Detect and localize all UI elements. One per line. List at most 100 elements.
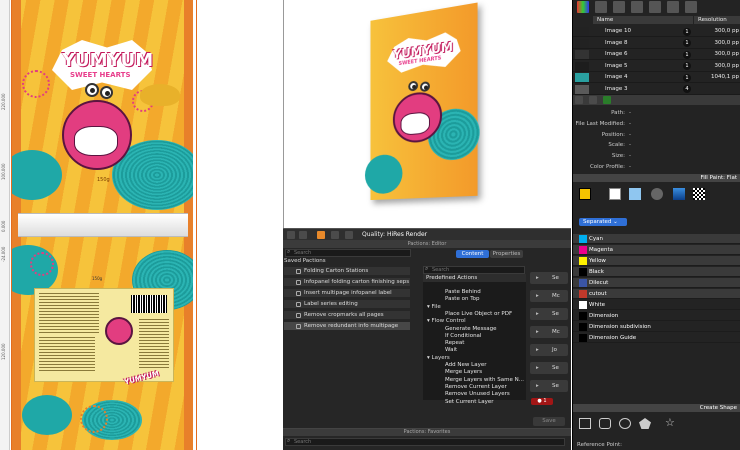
layer-row[interactable]: Image 3 4 (573, 84, 740, 95)
monster-eye (85, 83, 99, 97)
swirl-decoration (22, 70, 50, 98)
saved-search-input[interactable]: Search (285, 249, 411, 257)
info-panel[interactable] (34, 288, 174, 382)
render-icon[interactable] (317, 231, 325, 239)
layers-icon[interactable] (613, 1, 625, 13)
swatch-row[interactable]: Dimension subdivision (573, 322, 740, 332)
polygon-icon[interactable] (639, 418, 651, 429)
create-shape-header[interactable]: Create Shape (573, 404, 740, 412)
swatch-row[interactable]: Yellow (573, 256, 740, 266)
swatch-name: Yellow (589, 258, 606, 264)
color-icon[interactable] (577, 1, 589, 13)
layer-row[interactable]: Image 6 1 300,0 pp (573, 49, 740, 60)
action-step-button[interactable]: Se (530, 362, 568, 374)
saved-paction-item[interactable]: Infopanel folding carton finishing seps (284, 278, 410, 286)
ruler-label: 0.000 (1, 220, 6, 232)
text-icon[interactable] (595, 1, 607, 13)
action-step-button[interactable]: Se (530, 380, 568, 392)
saved-paction-item[interactable]: Remove cropmarks all pages (284, 311, 410, 319)
swatch-row[interactable]: White (573, 300, 740, 310)
packaging-artwork[interactable]: YUMYUM SWEET HEARTS 150g 150g YUMYUM (12, 0, 193, 450)
bag-mockup[interactable]: YUMYUM SWEET HEARTS (364, 2, 480, 201)
swatch-row[interactable]: Black (573, 267, 740, 277)
saved-paction-item[interactable]: Remove redundant info multipage (284, 322, 410, 330)
search-icon[interactable] (589, 96, 597, 104)
rectangle-shape-icon[interactable] (579, 418, 591, 429)
stamp-icon[interactable] (649, 1, 661, 13)
fill-swatch-icon[interactable] (579, 188, 591, 200)
star-icon[interactable]: ☆ (665, 416, 675, 429)
swatch-row[interactable]: Dilecut (573, 278, 740, 288)
design-canvas[interactable]: 220.000 100.000 0.000 -24.000 120.000 YU… (0, 0, 282, 450)
action-step-button[interactable]: Se (530, 308, 568, 320)
saved-paction-item[interactable]: Insert multipage infopanel label (284, 289, 410, 297)
layer-badge: 1 (683, 27, 691, 36)
lighting-icon[interactable] (331, 231, 339, 239)
checker-icon[interactable] (693, 188, 705, 200)
layer-thumbnail (575, 73, 589, 82)
grid-icon[interactable] (667, 1, 679, 13)
action-step-button[interactable]: Mc (530, 326, 568, 338)
rounded-rect-icon[interactable] (599, 418, 611, 429)
record-button[interactable]: ● 1 (531, 398, 553, 405)
layer-name: Image 6 (605, 51, 628, 57)
layer-badge: 1 (683, 50, 691, 59)
predefined-action[interactable]: Set Current Layer (423, 398, 526, 406)
saved-paction-item[interactable]: Folding Carton Stations (284, 267, 410, 275)
layer-row[interactable]: Image 8 1 300,0 pp (573, 38, 740, 49)
zoom-icon[interactable] (575, 96, 583, 104)
no-fill-icon[interactable] (609, 188, 621, 200)
fill-paint-header[interactable]: Fill Paint: Flat (573, 174, 740, 182)
predefined-action-label: Paste on Top (445, 296, 480, 303)
ruler-label: 100.000 (1, 163, 6, 180)
tab-properties[interactable]: Properties (490, 250, 523, 258)
action-step-button[interactable]: Se (530, 272, 568, 284)
image-icon[interactable] (631, 1, 643, 13)
saved-paction-label: Infopanel folding carton finishing seps (304, 279, 410, 285)
favorites-search-input[interactable]: Search (285, 438, 565, 446)
swatch-row[interactable]: Dimension (573, 311, 740, 321)
info-value: - (629, 110, 631, 116)
pattern-icon[interactable] (651, 188, 663, 200)
swatch-row[interactable]: Magenta (573, 245, 740, 255)
color-mode-select[interactable]: Separated ⌄ (579, 218, 627, 226)
column-name[interactable]: Name (593, 16, 693, 24)
saved-paction-item[interactable]: Label series editing (284, 300, 410, 308)
reference-point-label: Reference Point: (577, 442, 622, 448)
swatch-color (579, 235, 587, 243)
predefined-header[interactable]: Predefined Actions (423, 274, 526, 282)
predefined-action-label: Merge Layers (445, 369, 483, 376)
predefined-actions-list[interactable]: Predefined Actions Paste Behind Paste on … (423, 274, 526, 405)
swatch-row[interactable]: Cyan (573, 234, 740, 244)
flat-fill-icon[interactable] (629, 188, 641, 200)
layer-row[interactable]: Image 10 1 300,0 pp (573, 26, 740, 37)
predefined-action-label: If Conditional (445, 332, 482, 339)
camera-icon[interactable] (345, 231, 353, 239)
swatch-name: White (589, 302, 605, 308)
record-count: 1 (543, 398, 547, 404)
ellipse-icon[interactable] (619, 418, 631, 429)
layer-row[interactable]: Image 4 1 1040,1 pp (573, 72, 740, 83)
swatch-row[interactable]: Dimension Guide (573, 333, 740, 343)
info-label: File Last Modified: (575, 120, 625, 127)
monster-eye (408, 80, 419, 92)
action-step-button[interactable]: Mc (530, 290, 568, 302)
swatch-row[interactable]: cutout (573, 289, 740, 299)
layer-thumbnail (575, 61, 589, 71)
layer-row[interactable]: Image 5 1 300,0 pp (573, 61, 740, 72)
actions-search-input[interactable]: Search (423, 266, 525, 274)
view-icon[interactable] (287, 231, 295, 239)
info-value: - (629, 153, 631, 160)
gradient-icon[interactable] (673, 188, 685, 200)
quality-control[interactable]: Quality: HiRes Render (362, 231, 427, 238)
rotate-icon[interactable] (299, 231, 307, 239)
net-weight: 150g (92, 276, 103, 281)
column-resolution[interactable]: Resolution (694, 16, 740, 24)
3d-preview[interactable]: YUMYUM SWEET HEARTS (283, 0, 571, 228)
save-button[interactable]: Save (533, 417, 565, 426)
table-icon[interactable] (685, 1, 697, 13)
action-step-button[interactable]: Jo (530, 344, 568, 356)
tab-content[interactable]: Content (456, 250, 489, 258)
layer-badge: 1 (683, 62, 691, 70)
add-icon[interactable] (603, 96, 611, 104)
